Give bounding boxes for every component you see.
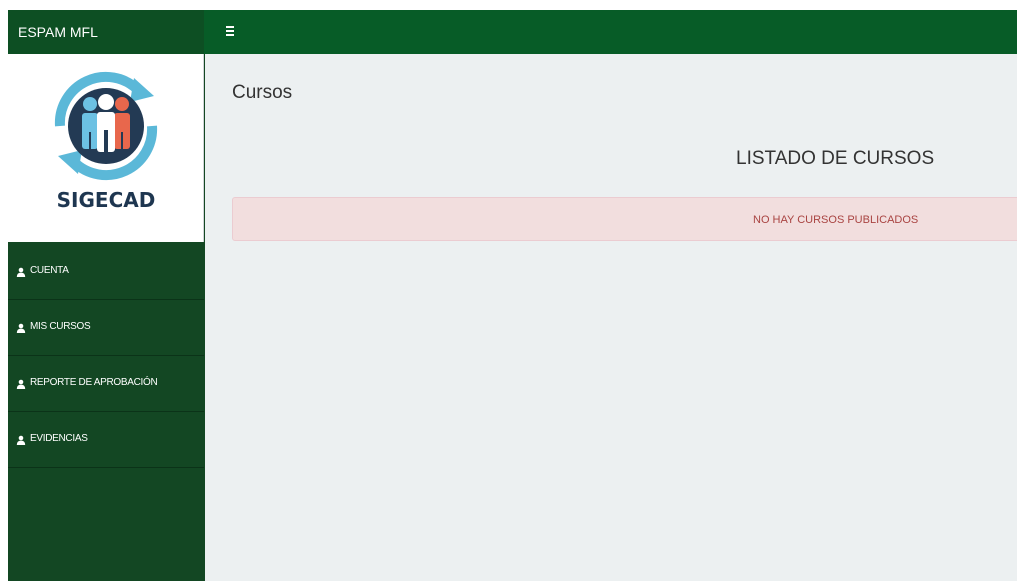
sigecad-logo-icon <box>54 72 158 180</box>
main-content: Cursos LISTADO DE CURSOS NO HAY CURSOS P… <box>205 54 1017 581</box>
sidebar-item-evidencias[interactable]: EVIDENCIAS <box>8 412 204 468</box>
sidebar-item-label: CUENTA <box>30 265 69 276</box>
empty-courses-alert: NO HAY CURSOS PUBLICADOS <box>232 197 1017 241</box>
alert-text: NO HAY CURSOS PUBLICADOS <box>753 214 919 226</box>
sidebar-item-label: EVIDENCIAS <box>30 433 88 444</box>
sidebar-item-label: MIS CURSOS <box>30 321 91 332</box>
sidebar-item-cuenta[interactable]: CUENTA <box>8 244 204 300</box>
app-window: ESPAM MFL SIGECAD CUENTA MIS CURSOS REPO… <box>0 0 1017 581</box>
logo: SIGECAD <box>8 54 204 242</box>
sidebar-item-label: REPORTE DE APROBACIÓN <box>30 377 158 388</box>
list-title: LISTADO DE CURSOS <box>736 148 935 169</box>
user-icon <box>16 323 26 333</box>
sidebar-item-reporte-de-aprobacion[interactable]: REPORTE DE APROBACIÓN <box>8 356 204 412</box>
user-icon <box>16 267 26 277</box>
sidebar-nav: CUENTA MIS CURSOS REPORTE DE APROBACIÓN <box>8 244 204 468</box>
user-icon <box>16 379 26 389</box>
user-icon <box>16 435 26 445</box>
hamburger-icon[interactable] <box>225 25 237 37</box>
sidebar: SIGECAD CUENTA MIS CURSOS REPORTE DE APR… <box>8 54 205 581</box>
sidebar-item-mis-cursos[interactable]: MIS CURSOS <box>8 300 204 356</box>
top-navbar: ESPAM MFL <box>8 10 1017 54</box>
logo-text: SIGECAD <box>56 188 156 212</box>
brand-link[interactable]: ESPAM MFL <box>8 10 204 54</box>
page-title: Cursos <box>232 82 293 103</box>
